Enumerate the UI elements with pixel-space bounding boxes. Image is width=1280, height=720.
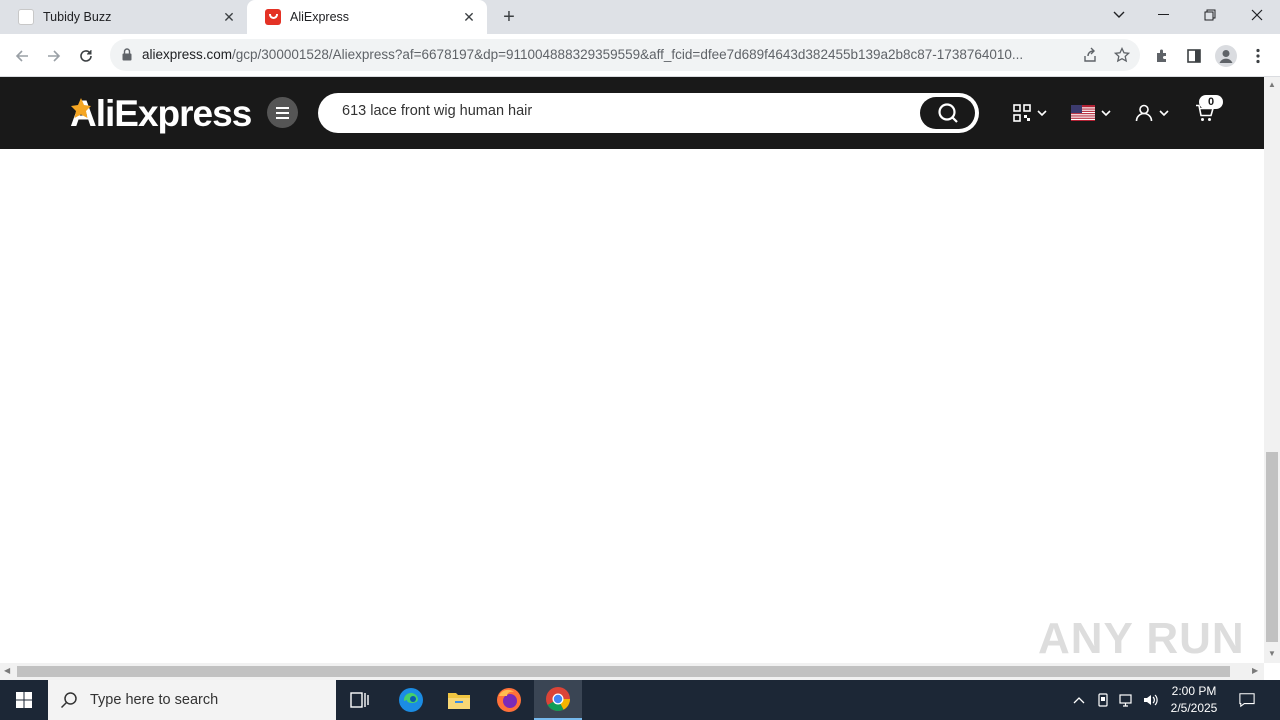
- browser-menu-dots-icon[interactable]: [1246, 44, 1270, 68]
- edge-taskbar-button[interactable]: [387, 680, 435, 720]
- side-panel-icon[interactable]: [1182, 44, 1206, 68]
- search-bar: [318, 93, 979, 133]
- start-button[interactable]: [0, 680, 48, 720]
- minimize-window-icon[interactable]: [1141, 0, 1187, 30]
- close-tab-icon[interactable]: ✕: [221, 9, 237, 25]
- file-explorer-taskbar-button[interactable]: [435, 680, 483, 720]
- vertical-scrollbar[interactable]: ▲ ▼: [1264, 77, 1280, 663]
- scroll-up-arrow-icon[interactable]: ▲: [1268, 80, 1276, 89]
- windows-taskbar: Type here to search 2:00 PM 2/5/2025: [0, 680, 1280, 720]
- clock-date: 2/5/2025: [1170, 701, 1218, 715]
- logo-text: AliExpress: [70, 93, 252, 134]
- lock-icon[interactable]: [122, 48, 132, 66]
- page-content: [0, 149, 1264, 663]
- bookmark-star-icon[interactable]: [1113, 46, 1131, 68]
- logo-star-icon: [71, 98, 91, 118]
- url-text: aliexpress.com/gcp/300001528/Aliexpress?…: [142, 47, 1072, 62]
- windows-logo-icon: [16, 692, 32, 708]
- back-arrow-icon[interactable]: [10, 44, 34, 68]
- url-path: /gcp/300001528/Aliexpress?af=6678197&dp=…: [232, 47, 1024, 62]
- horizontal-scrollbar[interactable]: ◀ ▶: [0, 663, 1264, 680]
- notifications-icon[interactable]: [1239, 692, 1255, 708]
- url-host: aliexpress.com: [142, 47, 233, 62]
- aliexpress-favicon-icon: [265, 9, 281, 25]
- search-icon: [937, 103, 958, 123]
- qr-code-icon: [1013, 104, 1031, 122]
- tray-device-icon[interactable]: [1095, 692, 1111, 708]
- user-icon: [1135, 104, 1153, 122]
- browser-tab-strip: Tubidy Buzz ✕ AliExpress ✕ +: [0, 0, 1280, 34]
- anyrun-watermark: ANY RUN: [1038, 614, 1245, 663]
- taskbar-clock[interactable]: 2:00 PM 2/5/2025: [1160, 683, 1228, 717]
- aliexpress-logo[interactable]: AliExpress: [70, 93, 252, 135]
- taskbar-search-placeholder: Type here to search: [90, 692, 219, 708]
- us-flag-icon: [1071, 105, 1095, 121]
- chevron-down-icon: [1159, 109, 1169, 116]
- share-icon[interactable]: [1082, 47, 1098, 68]
- chrome-icon: [546, 687, 570, 711]
- tab-title: AliExpress: [290, 10, 350, 24]
- scroll-right-arrow-icon[interactable]: ▶: [1252, 666, 1258, 675]
- tray-overflow-chevron-icon[interactable]: [1071, 692, 1087, 708]
- account-menu[interactable]: [1135, 101, 1169, 125]
- horizontal-scroll-thumb[interactable]: [17, 666, 1230, 677]
- firefox-icon: [497, 688, 521, 712]
- chevron-down-icon: [1101, 109, 1111, 116]
- vertical-scroll-thumb[interactable]: [1266, 452, 1278, 642]
- edge-browser-icon: [399, 688, 423, 712]
- search-button[interactable]: [920, 97, 975, 129]
- network-icon[interactable]: [1119, 692, 1135, 708]
- tubidy-favicon-icon: [18, 9, 34, 25]
- task-view-icon: [350, 692, 369, 708]
- folder-icon: [448, 693, 470, 709]
- restore-window-icon[interactable]: [1187, 0, 1233, 30]
- address-bar[interactable]: aliexpress.com/gcp/300001528/Aliexpress?…: [110, 39, 1140, 71]
- firefox-taskbar-button[interactable]: [485, 680, 533, 720]
- region-language-menu[interactable]: [1071, 101, 1111, 125]
- profile-avatar-icon[interactable]: [1214, 44, 1238, 68]
- forward-arrow-icon[interactable]: [42, 44, 66, 68]
- tab-tubidy-buzz[interactable]: Tubidy Buzz ✕: [0, 0, 247, 34]
- close-window-icon[interactable]: [1234, 0, 1280, 30]
- tab-title: Tubidy Buzz: [43, 10, 112, 24]
- reload-icon[interactable]: [74, 44, 98, 68]
- scroll-left-arrow-icon[interactable]: ◀: [4, 666, 10, 675]
- scroll-down-arrow-icon[interactable]: ▼: [1268, 649, 1276, 658]
- chrome-taskbar-button[interactable]: [534, 680, 582, 720]
- category-menu-button[interactable]: [267, 97, 298, 128]
- extensions-puzzle-icon[interactable]: [1150, 44, 1174, 68]
- search-input[interactable]: [342, 103, 902, 119]
- site-header: AliExpress: [0, 77, 1264, 149]
- tab-aliexpress[interactable]: AliExpress ✕: [247, 0, 487, 34]
- volume-icon[interactable]: [1143, 692, 1159, 708]
- taskbar-search-box[interactable]: Type here to search: [48, 680, 336, 720]
- search-icon: [60, 692, 77, 709]
- new-tab-button[interactable]: +: [498, 6, 520, 28]
- chevron-down-icon: [1037, 109, 1047, 116]
- browser-toolbar: aliexpress.com/gcp/300001528/Aliexpress?…: [0, 34, 1280, 77]
- clock-time: 2:00 PM: [1171, 684, 1217, 698]
- task-view-button[interactable]: [336, 680, 384, 720]
- close-tab-icon[interactable]: ✕: [461, 9, 477, 25]
- cart-count-badge: 0: [1199, 95, 1223, 109]
- app-qr-menu[interactable]: [1013, 101, 1047, 125]
- tab-search-chevron-icon[interactable]: [1096, 0, 1142, 30]
